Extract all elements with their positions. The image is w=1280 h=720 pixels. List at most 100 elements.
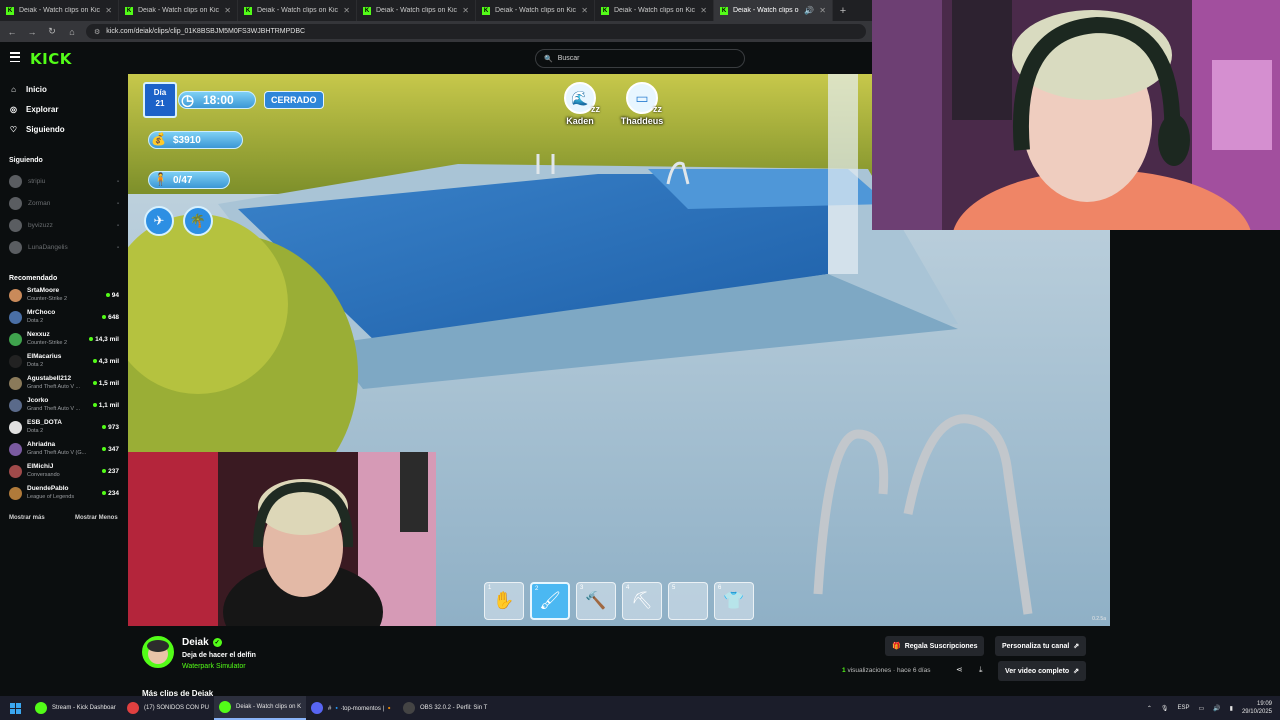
system-clock[interactable]: 19:09 29/10/2025	[1242, 700, 1272, 716]
followed-channel[interactable]: byvizuzz ▪	[9, 219, 119, 232]
recommended-channel[interactable]: ElMichiJ Conversando 237	[9, 461, 119, 481]
show-less-button[interactable]: Mostrar Menos	[75, 515, 118, 521]
kick-favicon-icon: K	[482, 6, 490, 15]
show-more-button[interactable]: Mostrar más	[9, 515, 45, 521]
language-indicator[interactable]: ESP	[1177, 705, 1189, 711]
close-tab-icon[interactable]: ✕	[700, 6, 707, 15]
kick-favicon-icon: K	[363, 6, 371, 15]
browser-tab-active[interactable]: KDeiak - Watch clips on Kick🔊✕	[714, 0, 833, 21]
menu-icon[interactable]	[10, 52, 20, 62]
customize-channel-button[interactable]: Personaliza tu canal ⇗	[995, 636, 1087, 656]
game-category-link[interactable]: Waterpark Simulator	[182, 663, 246, 670]
microphone-icon[interactable]: 🎙	[1161, 705, 1169, 712]
taskbar-app[interactable]: OBS 32.0.2 - Perfil: Sin T	[398, 696, 490, 720]
recommended-channel[interactable]: Nexxuz Counter-Strike 2 14,3 mil	[9, 329, 119, 349]
external-link-icon: ⇗	[1073, 643, 1080, 650]
close-tab-icon[interactable]: ✕	[105, 6, 112, 15]
wave-icon: 🌊 zz	[564, 82, 600, 114]
channel-name[interactable]: Deiak ✓	[182, 637, 222, 648]
browser-tab[interactable]: K Deiak - Watch clips on Kick ✕	[238, 0, 357, 21]
chevron-up-icon[interactable]: ⌃	[1147, 705, 1152, 712]
npc-thaddeus: ▭ zz Thaddeus	[612, 82, 672, 126]
offline-icon: ▪	[116, 200, 119, 207]
windows-logo-icon	[9, 702, 21, 714]
recommended-channel[interactable]: DuendePablo League of Legends 234	[9, 483, 119, 503]
browser-tab-bar: K Deiak - Watch clips on Kick ✕ K Deiak - W…	[0, 0, 872, 21]
windows-start-button[interactable]	[0, 702, 30, 714]
speaker-icon[interactable]: 🔊	[804, 6, 814, 15]
close-tab-icon[interactable]: ✕	[224, 6, 231, 15]
sidebar-item-following[interactable]: ♡ Siguiendo	[9, 125, 65, 134]
money-bag-icon: 💰	[151, 132, 166, 146]
money-counter: 💰 $3910	[148, 131, 243, 149]
clip-stats: 1 visualizaciones · hace 6 días	[842, 667, 931, 674]
hotbar-slot: 1 ✋	[484, 582, 524, 620]
browser-tab[interactable]: K Deiak - Watch clips on Kick ✕	[476, 0, 595, 21]
heart-icon: ♡	[9, 125, 18, 134]
hotbar-slot: 4 ⛏	[622, 582, 662, 620]
live-dot-icon	[92, 381, 97, 385]
close-tab-icon[interactable]: ✕	[343, 6, 350, 15]
back-icon[interactable]: ←	[6, 27, 18, 37]
brush-icon: 🖌	[539, 591, 561, 610]
offline-icon: ▪	[116, 178, 119, 185]
tool-hotbar: 1 ✋ 2 🖌 3 🔨 4 ⛏ 5 6 👕	[484, 582, 754, 620]
share-icon[interactable]: ⋖	[956, 665, 963, 674]
kick-favicon-icon: K	[6, 6, 14, 15]
close-tab-icon[interactable]: ✕	[462, 6, 469, 15]
hotbar-slot: 3 🔨	[576, 582, 616, 620]
browser-tab[interactable]: K Deiak - Watch clips on Kick ✕	[595, 0, 714, 21]
live-dot-icon	[102, 425, 107, 429]
sidebar-item-home[interactable]: ⌂ Inicio	[9, 85, 47, 94]
search-input[interactable]: 🔍 Buscar	[535, 49, 745, 68]
kick-logo[interactable]: KICK	[30, 50, 72, 68]
site-info-icon[interactable]: ⚙	[94, 28, 100, 36]
avatar	[9, 354, 22, 368]
close-tab-icon[interactable]: ✕	[581, 6, 588, 15]
game-version: 0.2.5a	[1092, 616, 1106, 622]
browser-tab[interactable]: K Deiak - Watch clips on Kick ✕	[357, 0, 476, 21]
browser-tab[interactable]: K Deiak - Watch clips on Kick ✕	[0, 0, 119, 21]
battery-icon[interactable]: ▮	[1230, 705, 1233, 712]
sidebar-item-explore[interactable]: ◎ Explorar	[9, 105, 58, 114]
followed-channel[interactable]: Zorman ▪	[9, 197, 119, 210]
taskbar-app[interactable]: Stream - Kick Dashboar	[30, 696, 122, 720]
followed-channel[interactable]: LunaDangelis ▪	[9, 241, 119, 254]
live-dot-icon	[102, 469, 107, 473]
taskbar-app[interactable]: Deiak - Watch clips on K	[214, 696, 306, 720]
close-tab-icon[interactable]: ✕	[819, 6, 826, 15]
browser-tab[interactable]: K Deiak - Watch clips on Kick ✕	[119, 0, 238, 21]
offline-icon: ▪	[116, 244, 119, 251]
recommended-channel[interactable]: Agustabell212 Grand Theft Auto V ... 1,5 m…	[9, 373, 119, 393]
forward-icon[interactable]: →	[26, 27, 38, 37]
recommended-channel[interactable]: Jcorko Grand Theft Auto V ... 1,1 mil	[9, 395, 119, 415]
taskbar-app[interactable]: # 🔹·top-momentos | 🔸	[306, 696, 398, 720]
new-tab-button[interactable]: +	[833, 5, 853, 17]
download-icon[interactable]: ⤓	[979, 665, 983, 675]
verified-badge-icon: ✓	[212, 638, 222, 647]
reload-icon[interactable]: ↻	[46, 26, 58, 37]
compass-icon: ◎	[10, 105, 17, 114]
recommended-channel[interactable]: MrChoco Dota 2 648	[9, 307, 119, 327]
recommended-channel[interactable]: ElMacarius Dota 2 4,3 mil	[9, 351, 119, 371]
volume-icon[interactable]: 🔊	[1213, 705, 1220, 712]
url-field[interactable]: ⚙ kick.com/deiak/clips/clip_01K8BSBJM5M0F…	[86, 24, 866, 39]
gift-subs-button[interactable]: 🎁 Regala Suscripciones	[885, 636, 985, 656]
recommended-channel[interactable]: ESB_DOTA Dota 2 973	[9, 417, 119, 437]
full-video-button[interactable]: Ver video completo ⇗	[998, 661, 1087, 681]
avatar	[9, 241, 22, 254]
hotbar-slot: 6 👕	[714, 582, 754, 620]
recommended-channel[interactable]: Ahriadna Grand Theft Auto V (G... 347	[9, 439, 119, 459]
channel-avatar[interactable]	[142, 636, 174, 668]
home-icon[interactable]: ⌂	[66, 27, 78, 37]
kick-favicon-icon: K	[601, 6, 609, 15]
avatar	[9, 398, 22, 412]
taskbar-app[interactable]: (17) SONIDOS CON PU	[122, 696, 214, 720]
gift-icon: 🎁	[892, 643, 901, 650]
live-dot-icon	[92, 359, 97, 363]
person-icon: 🧍	[153, 172, 168, 186]
network-icon[interactable]: ▭	[1199, 705, 1205, 712]
avatar	[9, 332, 22, 346]
recommended-channel[interactable]: SrtaMoore Counter-Strike 2 94	[9, 285, 119, 305]
followed-channel[interactable]: stripiu ▪	[9, 175, 119, 188]
